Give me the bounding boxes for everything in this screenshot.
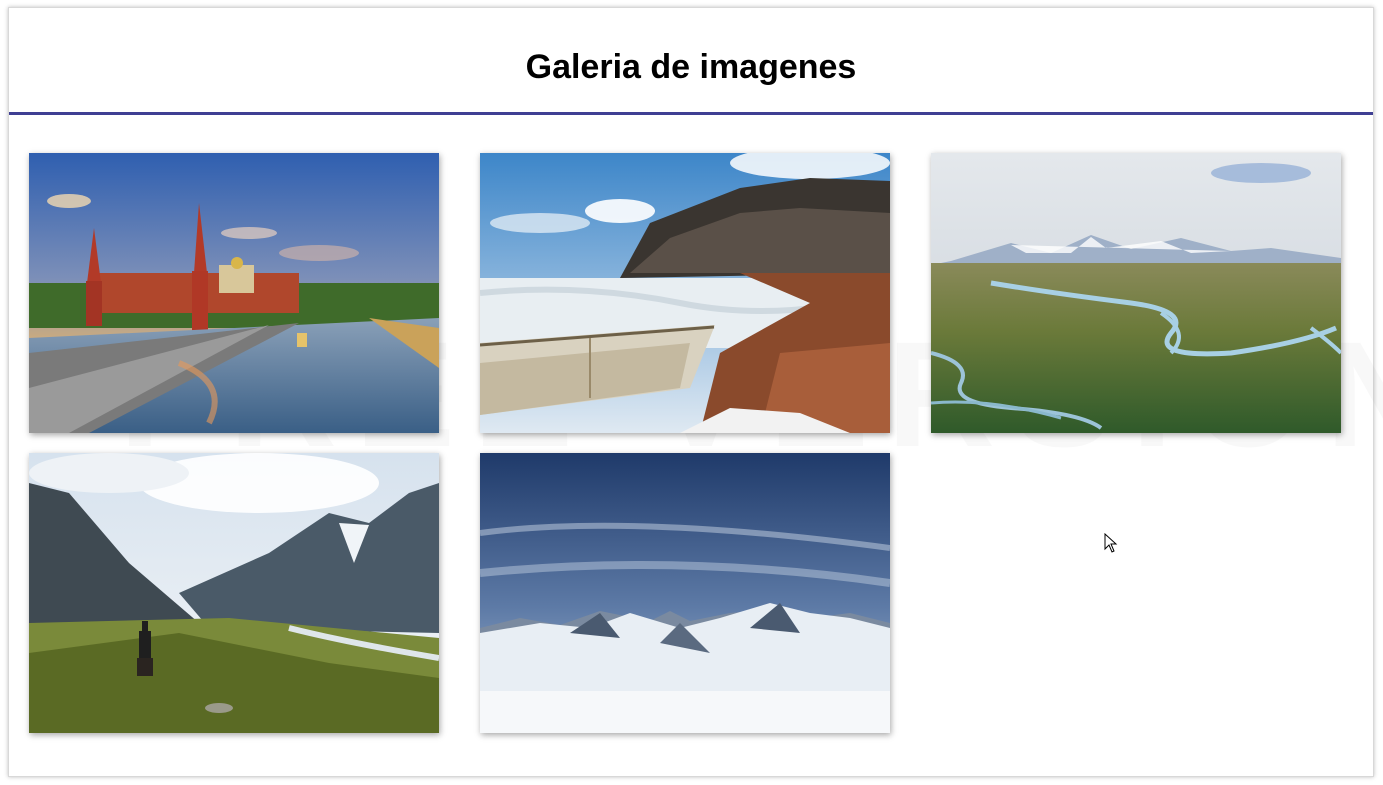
header: Galeria de imagenes xyxy=(9,8,1373,115)
frozen-lake-boat-photo xyxy=(480,153,890,433)
mountain-valley-photo xyxy=(29,453,439,733)
page-title: Galeria de imagenes xyxy=(525,48,857,86)
snowy-mountains-photo xyxy=(480,453,890,733)
kremlin-river-photo xyxy=(29,153,439,433)
gallery-image-5[interactable] xyxy=(480,453,890,733)
gallery-image-3[interactable] xyxy=(931,153,1341,433)
gallery-image-2[interactable] xyxy=(480,153,890,433)
gallery-image-4[interactable] xyxy=(29,453,439,733)
mouse-cursor-icon xyxy=(1104,533,1118,553)
gallery-image-1[interactable] xyxy=(29,153,439,433)
river-valley-photo xyxy=(931,153,1341,433)
